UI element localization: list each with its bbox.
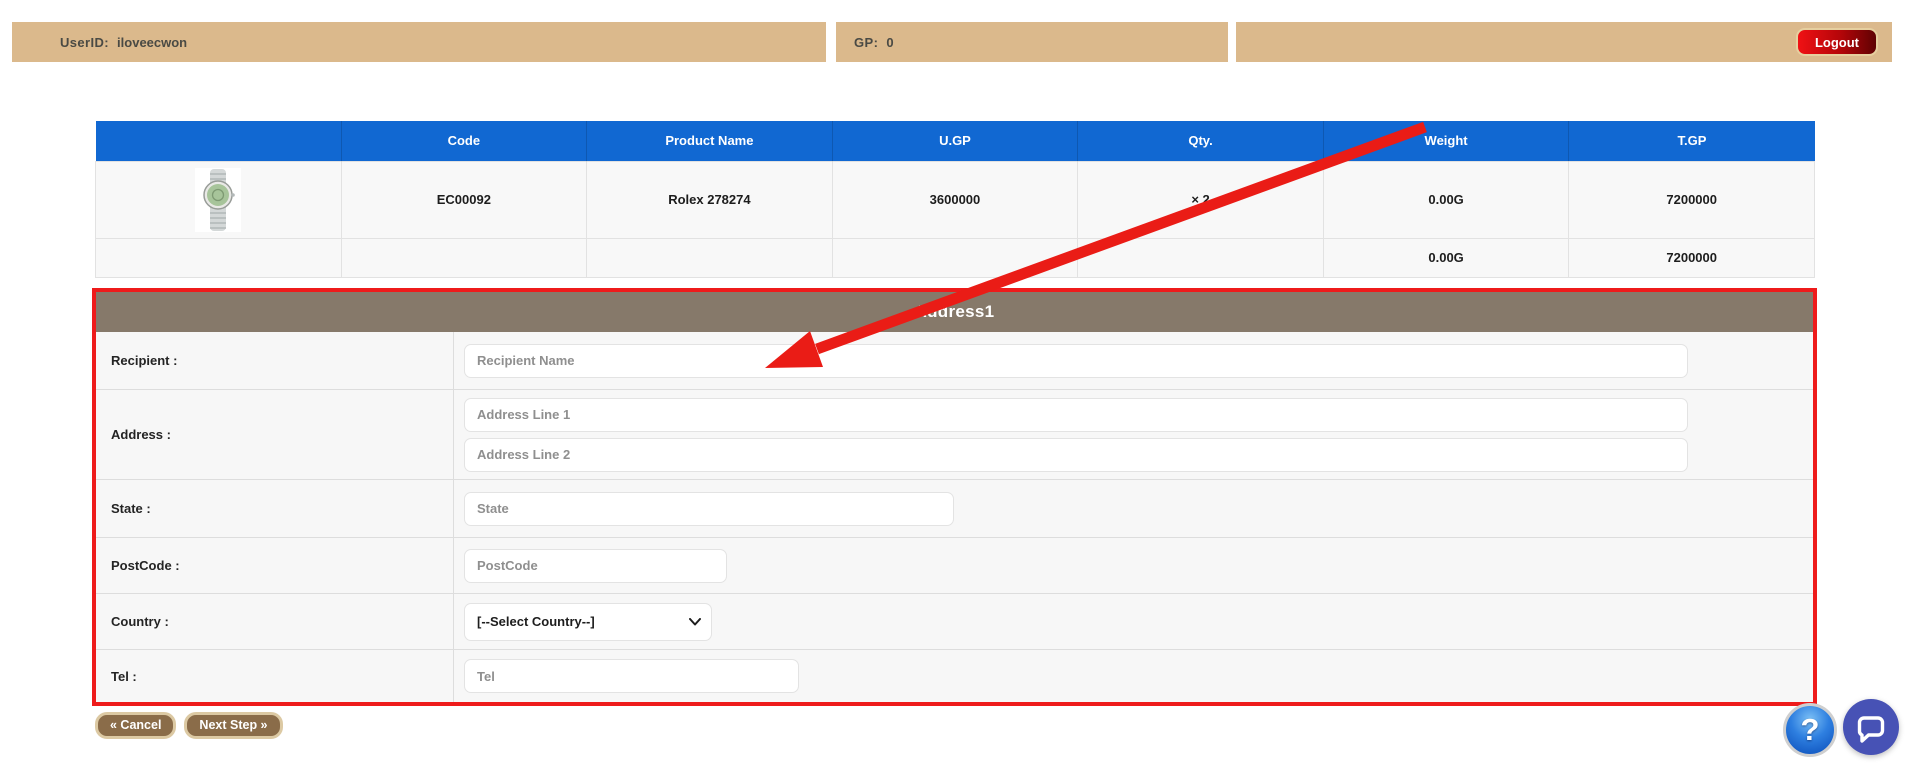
product-qty-cell: × 2 [1078,161,1324,238]
tel-form-row: Tel : [96,650,1813,702]
chevron-down-icon [689,618,701,626]
gp-label: GP: [854,35,878,50]
product-weight-cell: 0.00G [1323,161,1569,238]
country-select[interactable]: [--Select Country--] [464,603,712,641]
header-ugp: U.GP [832,121,1078,161]
userid-label: UserID: [60,35,109,50]
product-watch-image [195,168,241,232]
recipient-form-row: Recipient : [96,332,1813,390]
tel-label: Tel : [96,650,454,702]
totals-weight-cell: 0.00G [1323,238,1569,277]
chat-bubble-icon [1843,699,1899,755]
totals-empty-cell [1078,238,1324,277]
question-mark-icon: ? [1801,712,1820,748]
totals-empty-cell [587,238,833,277]
topbar-gp-segment: GP: 0 [836,22,1228,62]
topbar-userid-segment: UserID: iloveecwon [12,22,826,62]
form-actions: « Cancel Next Step » [95,712,283,739]
address-section-title: Address1 [96,292,1813,332]
cancel-button[interactable]: « Cancel [95,712,176,739]
help-button[interactable]: ? [1783,703,1837,757]
recipient-label: Recipient : [96,332,454,389]
product-code-cell: EC00092 [341,161,587,238]
country-select-value: [--Select Country--] [477,614,595,629]
country-form-row: Country : [--Select Country--] [96,594,1813,650]
table-header-row: Code Product Name U.GP Qty. Weight T.GP [96,121,1815,161]
gp-value: 0 [886,35,893,50]
logout-button[interactable]: Logout [1796,28,1878,56]
totals-empty-cell [341,238,587,277]
header-product-name: Product Name [587,121,833,161]
table-totals-row: 0.00G 7200000 [96,238,1815,277]
header-image [96,121,342,161]
product-name-cell: Rolex 278274 [587,161,833,238]
totals-empty-cell [96,238,342,277]
product-ugp-cell: 3600000 [832,161,1078,238]
next-step-button[interactable]: Next Step » [184,712,282,739]
country-label: Country : [96,594,454,649]
cart-product-table: Code Product Name U.GP Qty. Weight T.GP … [95,121,1815,278]
state-label: State : [96,480,454,537]
address-form-row: Address : [96,390,1813,480]
header-tgp: T.GP [1569,121,1815,161]
topbar-logout-segment: Logout [1236,22,1892,62]
postcode-input[interactable] [464,549,727,583]
header-weight: Weight [1323,121,1569,161]
totals-empty-cell [832,238,1078,277]
product-image-cell [96,161,342,238]
address-form-section: Address1 Recipient : Address : State : P… [92,288,1817,706]
state-form-row: State : [96,480,1813,538]
header-qty: Qty. [1078,121,1324,161]
recipient-input[interactable] [464,344,1688,378]
product-tgp-cell: 7200000 [1569,161,1815,238]
tel-input[interactable] [464,659,799,693]
address-line2-input[interactable] [464,438,1688,472]
address-line1-input[interactable] [464,398,1688,432]
live-chat-button[interactable] [1843,699,1899,755]
userid-value: iloveecwon [117,35,187,50]
postcode-form-row: PostCode : [96,538,1813,594]
address-label: Address : [96,390,454,479]
totals-tgp-cell: 7200000 [1569,238,1815,277]
postcode-label: PostCode : [96,538,454,593]
table-row: EC00092 Rolex 278274 3600000 × 2 0.00G 7… [96,161,1815,238]
header-code: Code [341,121,587,161]
state-input[interactable] [464,492,954,526]
